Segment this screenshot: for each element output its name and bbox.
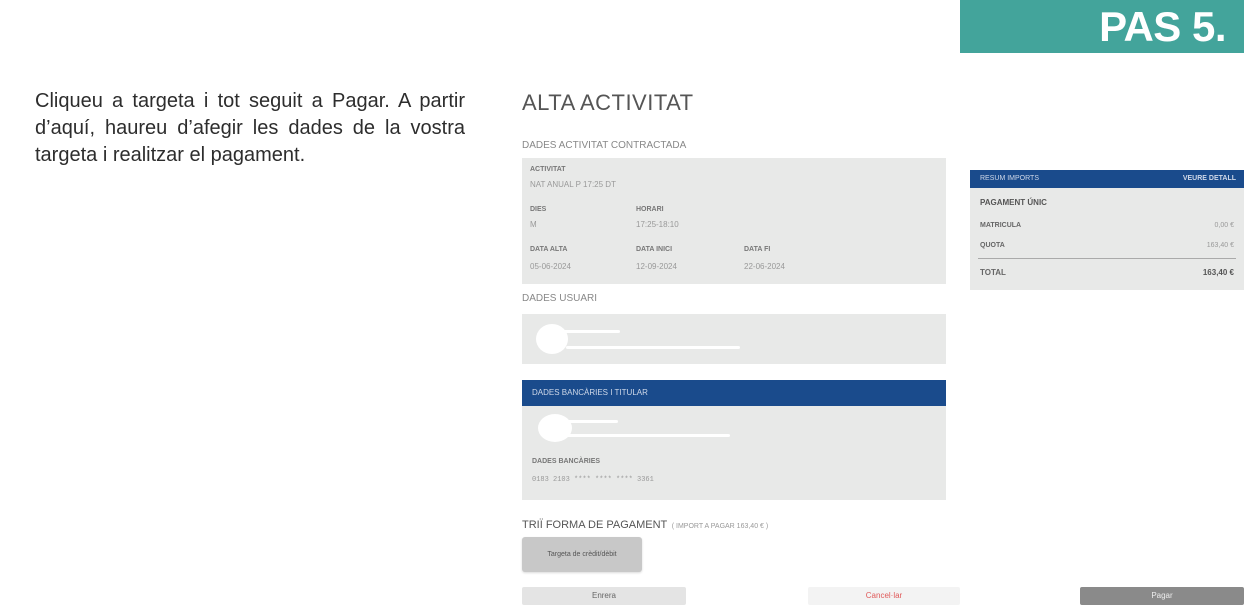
activity-details-box: ACTIVITAT NAT ANUAL P 17:25 DT DIES M HO… — [522, 158, 946, 284]
payment-method-title: TRIÏ FORMA DE PAGAMENT — [522, 519, 668, 531]
activitat-value: NAT ANUAL P 17:25 DT — [530, 180, 616, 189]
horari-label: HORARI — [636, 206, 664, 213]
card-payment-button[interactable]: Targeta de crèdit/dèbit — [522, 537, 642, 572]
user-section-label: DADES USUARI — [522, 293, 598, 304]
bank-details-box: DADES BANCÀRIES 0183 2103 **** **** ****… — [522, 406, 946, 500]
bank-account-value: 0183 2103 **** **** **** 3361 — [532, 476, 654, 484]
data-fi-value: 22-06-2024 — [744, 262, 785, 271]
redacted-avatar — [538, 414, 572, 442]
back-button[interactable]: Enrera — [522, 587, 686, 605]
payment-amount: ( IMPORT A PAGAR 163,40 € ) — [671, 523, 769, 530]
horari-value: 17:25-18:10 — [636, 220, 679, 229]
user-details-box — [522, 314, 946, 364]
summary-row-label: MATRICULA — [980, 222, 1022, 229]
step-badge: PAS 5. — [960, 0, 1244, 53]
payment-method-heading: TRIÏ FORMA DE PAGAMENT ( IMPORT A PAGAR … — [522, 515, 768, 533]
redacted-line — [558, 330, 620, 333]
summary-group-title: PAGAMENT ÚNIC — [980, 198, 1047, 207]
instructions-text: Cliqueu a targeta i tot seguit a Pagar. … — [35, 90, 465, 166]
cancel-button[interactable]: Cancel·lar — [808, 587, 960, 605]
page-title: ALTA ACTIVITAT — [522, 90, 694, 115]
bank-section-header: DADES BANCÀRIES I TITULAR — [522, 380, 946, 406]
data-inici-value: 12-09-2024 — [636, 262, 677, 271]
summary-row-value: 0,00 € — [1214, 222, 1234, 229]
dies-value: M — [530, 220, 537, 229]
activity-section-label: DADES ACTIVITAT CONTRACTADA — [522, 140, 687, 151]
data-alta-label: DATA ALTA — [530, 246, 568, 253]
summary-row-value: 163,40 € — [1206, 242, 1234, 249]
summary-header: RESUM IMPORTS VEURE DETALL — [970, 170, 1244, 188]
view-details-link[interactable]: VEURE DETALL — [1183, 170, 1236, 188]
dies-label: DIES — [530, 206, 547, 213]
summary-total-label: TOTAL — [980, 268, 1006, 277]
summary-row-label: QUOTA — [980, 242, 1005, 249]
activitat-label: ACTIVITAT — [530, 166, 566, 173]
redacted-avatar — [536, 324, 568, 354]
data-inici-label: DATA INICI — [636, 246, 673, 253]
pay-button[interactable]: Pagar — [1080, 587, 1244, 605]
redacted-line — [566, 434, 730, 437]
redacted-line — [566, 346, 740, 349]
data-fi-label: DATA FI — [744, 246, 771, 253]
amount-summary-panel: RESUM IMPORTS VEURE DETALL PAGAMENT ÚNIC… — [970, 170, 1244, 290]
redacted-line — [560, 420, 618, 423]
data-alta-value: 05-06-2024 — [530, 262, 571, 271]
summary-total-value: 163,40 € — [1202, 268, 1234, 277]
summary-divider — [978, 258, 1236, 259]
summary-title: RESUM IMPORTS — [980, 175, 1039, 182]
form-screenshot: ALTA ACTIVITAT DADES ACTIVITAT CONTRACTA… — [520, 90, 1244, 605]
bank-data-label: DADES BANCÀRIES — [532, 458, 601, 465]
